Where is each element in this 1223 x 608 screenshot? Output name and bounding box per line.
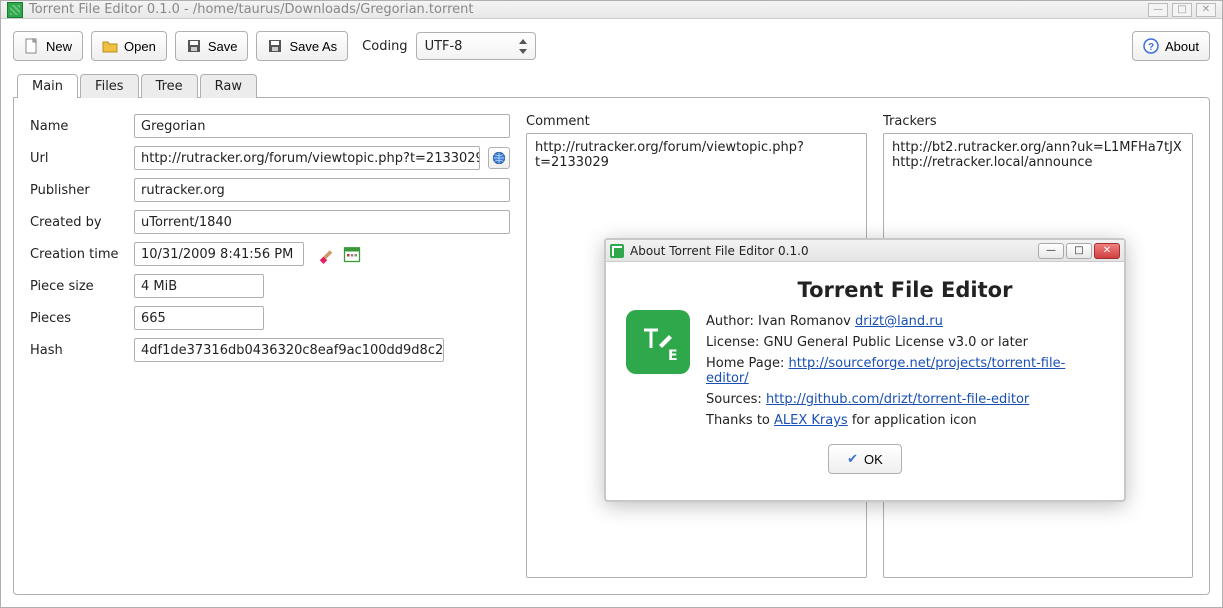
titlebar: Torrent File Editor 0.1.0 - /home/taurus… [1,1,1222,19]
hash-input[interactable]: 4df1de37316db0436320c8eaf9ac100dd9d8c2eb [134,338,444,362]
hash-value: 4df1de37316db0436320c8eaf9ac100dd9d8c2eb [141,343,444,358]
app-icon [7,2,23,18]
app-logo-icon: E [626,310,690,374]
window-title: Torrent File Editor 0.1.0 - /home/taurus… [29,2,473,17]
name-label: Name [30,119,126,134]
dialog-maximize-button[interactable]: □ [1066,243,1092,259]
about-button[interactable]: ? About [1132,31,1210,61]
tab-main[interactable]: Main [17,74,78,98]
trackers-value: http://bt2.rutracker.org/ann?uk=L1MFHa7t… [892,140,1182,170]
trackers-label: Trackers [883,114,1193,129]
pieces-value: 665 [141,311,166,326]
license-line: License: GNU General Public License v3.0… [706,335,1104,350]
open-label: Open [124,39,156,54]
dialog-titlebar: About Torrent File Editor 0.1.0 — □ ✕ [606,240,1124,262]
thanks-link[interactable]: ALEX Krays [774,413,848,428]
name-value: Gregorian [141,119,206,134]
about-dialog: About Torrent File Editor 0.1.0 — □ ✕ E … [604,238,1126,502]
comment-label: Comment [526,114,867,129]
sources-link[interactable]: http://github.com/drizt/torrent-file-edi… [766,392,1029,407]
dialog-title: About Torrent File Editor 0.1.0 [630,244,809,258]
tab-bar: Main Files Tree Raw [17,74,1210,98]
close-button[interactable]: ✕ [1196,3,1216,17]
calendar-icon [342,244,362,264]
floppy-icon [186,38,202,54]
toolbar: New Open Save Save As Coding UTF-8 ? [1,19,1222,73]
comment-value: http://rutracker.org/forum/viewtopic.php… [535,140,804,170]
dialog-minimize-button[interactable]: — [1038,243,1064,259]
calendar-button[interactable] [342,244,362,264]
name-input[interactable]: Gregorian [134,114,510,138]
creationtime-label: Creation time [30,247,126,262]
save-button[interactable]: Save [175,31,249,61]
folder-open-icon [102,38,118,54]
createdby-value: uTorrent/1840 [141,215,232,230]
app-icon [610,244,624,258]
author-line: Author: Ivan Romanov drizt@land.ru [706,314,1104,329]
coding-label: Coding [362,39,407,54]
left-column: Name Gregorian Url http://rutracker.org/… [30,114,510,578]
save-as-label: Save As [289,39,337,54]
author-email-link[interactable]: drizt@land.ru [855,314,943,329]
globe-icon [492,151,506,165]
thanks-line: Thanks to ALEX Krays for application ico… [706,413,1104,428]
dialog-close-button[interactable]: ✕ [1094,243,1120,259]
coding-value: UTF-8 [425,39,463,54]
new-file-icon [24,38,40,54]
tab-tree[interactable]: Tree [141,74,198,98]
maximize-button[interactable]: □ [1172,3,1192,17]
tab-raw[interactable]: Raw [200,74,257,98]
tab-files[interactable]: Files [80,74,139,98]
url-label: Url [30,151,126,166]
piecesize-value: 4 MiB [141,279,177,294]
open-button[interactable]: Open [91,31,167,61]
sources-line: Sources: http://github.com/drizt/torrent… [706,392,1104,407]
save-label: Save [208,39,238,54]
coding-select[interactable]: UTF-8 [416,32,536,60]
createdby-label: Created by [30,215,126,230]
new-label: New [46,39,72,54]
homepage-line: Home Page: http://sourceforge.net/projec… [706,356,1104,386]
pieces-input[interactable]: 665 [134,306,264,330]
ok-label: OK [864,452,883,467]
creationtime-input[interactable]: 10/31/2009 8:41:56 PM [134,242,304,266]
publisher-label: Publisher [30,183,126,198]
url-input[interactable]: http://rutracker.org/forum/viewtopic.php… [134,146,480,170]
save-as-button[interactable]: Save As [256,31,348,61]
piecesize-input[interactable]: 4 MiB [134,274,264,298]
about-label: About [1165,39,1199,54]
svg-text:?: ? [1148,42,1154,53]
url-value: http://rutracker.org/forum/viewtopic.php… [141,151,480,166]
dialog-heading: Torrent File Editor [706,278,1104,302]
creationtime-value: 10/31/2009 8:41:56 PM [141,247,293,262]
createdby-input[interactable]: uTorrent/1840 [134,210,510,234]
ok-button[interactable]: ✔ OK [828,444,902,474]
dialog-body: E Torrent File Editor Author: Ivan Roman… [606,262,1124,500]
publisher-input[interactable]: rutracker.org [134,178,510,202]
floppy-icon [267,38,283,54]
open-url-button[interactable] [488,147,510,169]
clear-date-button[interactable] [316,244,336,264]
hash-label: Hash [30,343,126,358]
new-button[interactable]: New [13,31,83,61]
svg-text:E: E [668,348,678,364]
check-icon: ✔ [847,451,858,467]
piecesize-label: Piece size [30,279,126,294]
publisher-value: rutracker.org [141,183,225,198]
help-icon: ? [1143,38,1159,54]
pieces-label: Pieces [30,311,126,326]
brush-icon [316,244,336,264]
minimize-button[interactable]: — [1148,3,1168,17]
